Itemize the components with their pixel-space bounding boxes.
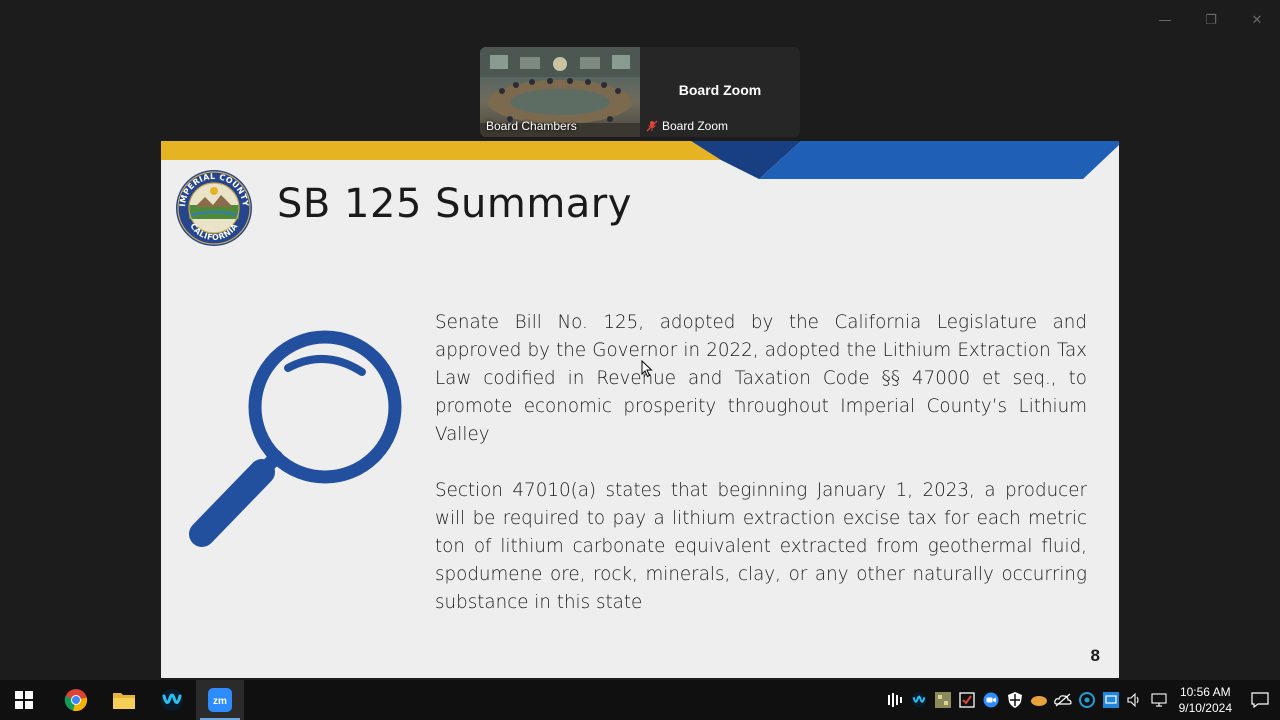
slide-paragraph-2: Section 47010(a) states that beginning J… [435, 480, 1087, 613]
chrome-icon [64, 689, 88, 712]
taskbar-clock[interactable]: 10:56 AM 9/10/2024 [1171, 684, 1240, 716]
presentation-slide: IMPERIAL COUNTY CALIFORNIA SB 125 Summar… [161, 141, 1119, 678]
slide-banner [161, 141, 1119, 179]
taskbar-webex[interactable] [148, 680, 196, 720]
start-button[interactable] [0, 680, 48, 720]
tray-app-grid[interactable] [931, 680, 955, 720]
magnifying-glass-icon [189, 330, 402, 547]
webex-icon [161, 689, 183, 711]
network-icon [1151, 693, 1167, 707]
slide-title: SB 125 Summary [277, 181, 632, 227]
volume-icon [1127, 693, 1139, 707]
security-shield-icon [958, 692, 975, 708]
camera-video-tile[interactable]: Board Chambers [480, 47, 640, 137]
tray-onedrive[interactable] [1051, 680, 1075, 720]
taskbar: zm 10:56 AM 9/10/2024 [0, 680, 1280, 720]
tray-audio-app[interactable] [883, 680, 907, 720]
notification-button[interactable] [1240, 680, 1280, 720]
system-tray: 10:56 AM 9/10/2024 [883, 680, 1280, 720]
minimize-button[interactable]: — [1142, 8, 1188, 32]
notification-icon [1251, 692, 1269, 708]
camera-tile-label: Board Chambers [486, 119, 577, 133]
taskbar-file-explorer[interactable] [100, 680, 148, 720]
shield-icon [1007, 692, 1022, 708]
app-grid-icon [934, 692, 951, 708]
zoom-participant-tile[interactable]: Board Zoom Board Zoom [640, 47, 800, 137]
zoom-icon: zm [208, 688, 232, 712]
clock-time: 10:56 AM [1179, 685, 1231, 699]
restore-button[interactable]: ❐ [1188, 8, 1234, 32]
tray-display[interactable] [1099, 680, 1123, 720]
network-app-icon [1078, 692, 1095, 708]
tray-network-app[interactable] [1075, 680, 1099, 720]
imperial-county-seal-icon: IMPERIAL COUNTY CALIFORNIA [176, 170, 252, 246]
start-icon [15, 691, 33, 709]
zoom-tray-icon [983, 692, 999, 708]
taskbar-chrome[interactable] [52, 680, 100, 720]
audio-bars-icon [887, 693, 902, 707]
tray-volume[interactable] [1123, 680, 1147, 720]
tray-webex[interactable] [907, 680, 931, 720]
taskbar-zoom[interactable]: zm [196, 680, 244, 720]
tray-security[interactable] [955, 680, 979, 720]
participant-label: Board Zoom [662, 119, 729, 133]
clock-date: 9/10/2024 [1178, 701, 1232, 715]
tray-defender[interactable] [1003, 680, 1027, 720]
video-strip: Board Chambers Board Zoom Board Zoom [480, 47, 800, 137]
participant-name: Board Zoom [678, 82, 762, 98]
onedrive-offline-icon [1053, 693, 1072, 707]
file-explorer-icon [113, 693, 135, 709]
slide-page-number: 8 [1090, 646, 1100, 665]
display-icon [1102, 692, 1119, 708]
muted-mic-icon [646, 120, 658, 132]
close-button[interactable]: ✕ [1234, 8, 1280, 32]
svg-text:zm: zm [213, 696, 227, 707]
window-controls: — ❐ ✕ [1142, 8, 1280, 32]
slide-paragraph-1: Senate Bill No. 125, adopted by the Cali… [435, 312, 1087, 445]
tray-network[interactable] [1147, 680, 1171, 720]
cloud-icon [1030, 696, 1047, 706]
tray-zoom[interactable] [979, 680, 1003, 720]
webex-tray-icon [911, 692, 926, 708]
participant-label-row: Board Zoom [646, 119, 728, 133]
mouse-cursor-icon [641, 360, 653, 378]
tray-cloud-app[interactable] [1027, 680, 1051, 720]
